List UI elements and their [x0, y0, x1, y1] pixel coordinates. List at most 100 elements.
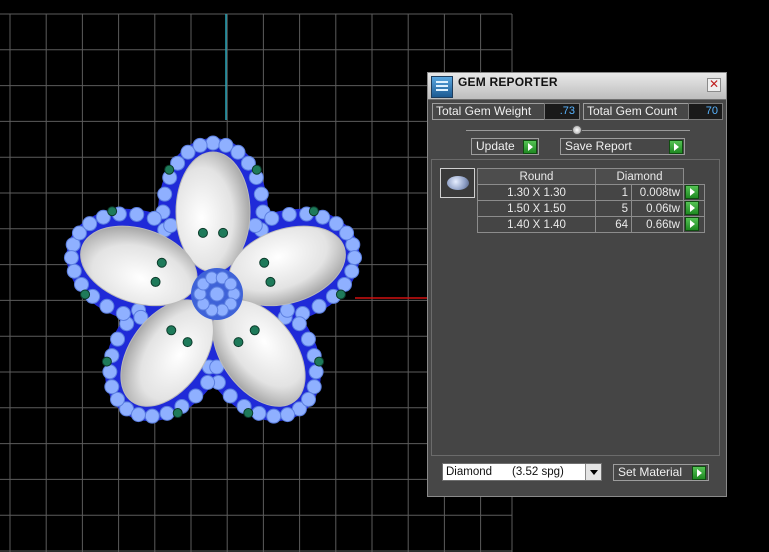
accent-gem — [110, 331, 126, 347]
column-header-shape: Round — [477, 168, 596, 185]
play-arrow-icon — [669, 140, 683, 154]
gem-count-cell: 64 — [595, 216, 632, 233]
total-gem-weight-value: .73 — [544, 103, 580, 120]
accent-gem — [163, 217, 179, 233]
accent-gem — [82, 216, 98, 232]
accent-gem — [344, 263, 360, 279]
accent-gem — [300, 331, 316, 347]
accent-gem — [73, 276, 89, 292]
total-gem-weight-label: Total Gem Weight — [432, 103, 545, 120]
center-gem — [224, 277, 238, 291]
prong — [101, 356, 112, 367]
gem-weight-cell: 0.008tw — [631, 184, 684, 201]
accent-gem — [308, 364, 324, 380]
material-name: Diamond — [446, 466, 493, 478]
accent-gem — [300, 391, 316, 407]
set-material-button-label: Set Material — [618, 465, 683, 479]
gem-size-cell: 1.40 X 1.40 — [477, 216, 596, 233]
accent-gem — [129, 206, 145, 222]
row-action-cell — [683, 200, 705, 217]
gem-count-cell: 5 — [595, 200, 632, 217]
accent-gem — [66, 263, 82, 279]
prong — [218, 227, 229, 238]
total-gem-count-value: 70 — [688, 103, 723, 120]
accent-gem — [159, 405, 175, 421]
prong — [233, 337, 244, 348]
play-arrow-icon[interactable] — [685, 185, 699, 199]
slider-handle[interactable] — [572, 125, 582, 135]
accent-gem — [253, 186, 269, 202]
accent-gem — [337, 276, 353, 292]
accent-gem — [115, 305, 131, 321]
prong — [80, 289, 91, 300]
accent-gem — [280, 407, 296, 423]
close-icon[interactable]: ✕ — [707, 78, 721, 92]
accent-gem — [146, 210, 162, 226]
accent-gem — [63, 250, 79, 266]
accent-gem — [266, 408, 282, 424]
accent-gem — [291, 316, 307, 332]
prong — [166, 325, 177, 336]
material-dropdown[interactable]: Diamond (3.52 spg) — [442, 463, 602, 481]
flower-pendant-model[interactable] — [51, 135, 374, 445]
accent-gem — [339, 225, 355, 241]
accent-gem — [188, 388, 204, 404]
accent-gem — [281, 206, 297, 222]
accent-gem — [347, 250, 363, 266]
prong — [259, 257, 270, 268]
prong — [156, 257, 167, 268]
gem-list-area: Round Diamond 1.30 X 1.30 1 0.008tw 1.50… — [431, 159, 720, 456]
accent-gem — [110, 391, 126, 407]
gem-table: Round Diamond 1.30 X 1.30 1 0.008tw 1.50… — [477, 168, 705, 233]
accent-gem — [130, 407, 146, 423]
gem-count-cell: 1 — [595, 184, 632, 201]
prong — [197, 227, 208, 238]
table-row[interactable]: 1.40 X 1.40 64 0.66tw — [477, 216, 705, 233]
chevron-down-icon[interactable] — [585, 464, 601, 480]
play-arrow-icon — [692, 466, 706, 480]
prong — [164, 164, 175, 175]
prong — [265, 276, 276, 287]
accent-gem — [144, 408, 160, 424]
prong — [314, 356, 325, 367]
table-header-row: Round Diamond — [477, 168, 705, 185]
set-material-button[interactable]: Set Material — [613, 464, 709, 481]
gem-weight-cell: 0.06tw — [631, 200, 684, 217]
table-row[interactable]: 1.50 X 1.50 5 0.06tw — [477, 200, 705, 217]
accent-gem — [264, 210, 280, 226]
accent-gem — [157, 186, 173, 202]
save-report-button[interactable]: Save Report — [560, 138, 685, 155]
accent-gem — [306, 379, 322, 395]
prong — [107, 206, 118, 217]
panel-titlebar[interactable]: GEM REPORTER ✕ — [428, 73, 726, 100]
row-action-cell — [683, 216, 705, 233]
accent-gem — [102, 364, 118, 380]
row-action-cell — [683, 184, 705, 201]
accent-gem — [311, 298, 327, 314]
gem-weight-cell: 0.66tw — [631, 216, 684, 233]
total-gem-count-label: Total Gem Count — [583, 103, 689, 120]
prong — [251, 164, 262, 175]
prong — [335, 289, 346, 300]
gem-size-cell: 1.30 X 1.30 — [477, 184, 596, 201]
accent-gem — [200, 374, 216, 390]
center-gem — [209, 286, 225, 302]
accent-gem — [222, 388, 238, 404]
center-cluster — [191, 268, 243, 320]
play-arrow-icon[interactable] — [685, 201, 699, 215]
update-button[interactable]: Update — [471, 138, 539, 155]
accent-gem — [104, 379, 120, 395]
play-arrow-icon[interactable] — [685, 217, 699, 231]
update-button-label: Update — [476, 139, 515, 153]
prong — [249, 325, 260, 336]
prong — [243, 408, 254, 419]
accent-gem — [99, 298, 115, 314]
play-arrow-icon — [523, 140, 537, 154]
gem-reporter-icon — [431, 76, 453, 98]
gem-reporter-panel: GEM REPORTER ✕ Total Gem Weight .73 Tota… — [427, 72, 727, 497]
table-row[interactable]: 1.30 X 1.30 1 0.008tw — [477, 184, 705, 201]
save-report-button-label: Save Report — [565, 139, 632, 153]
prong — [182, 337, 193, 348]
round-gem-icon[interactable] — [440, 168, 475, 198]
material-spg: (3.52 spg) — [512, 466, 564, 478]
